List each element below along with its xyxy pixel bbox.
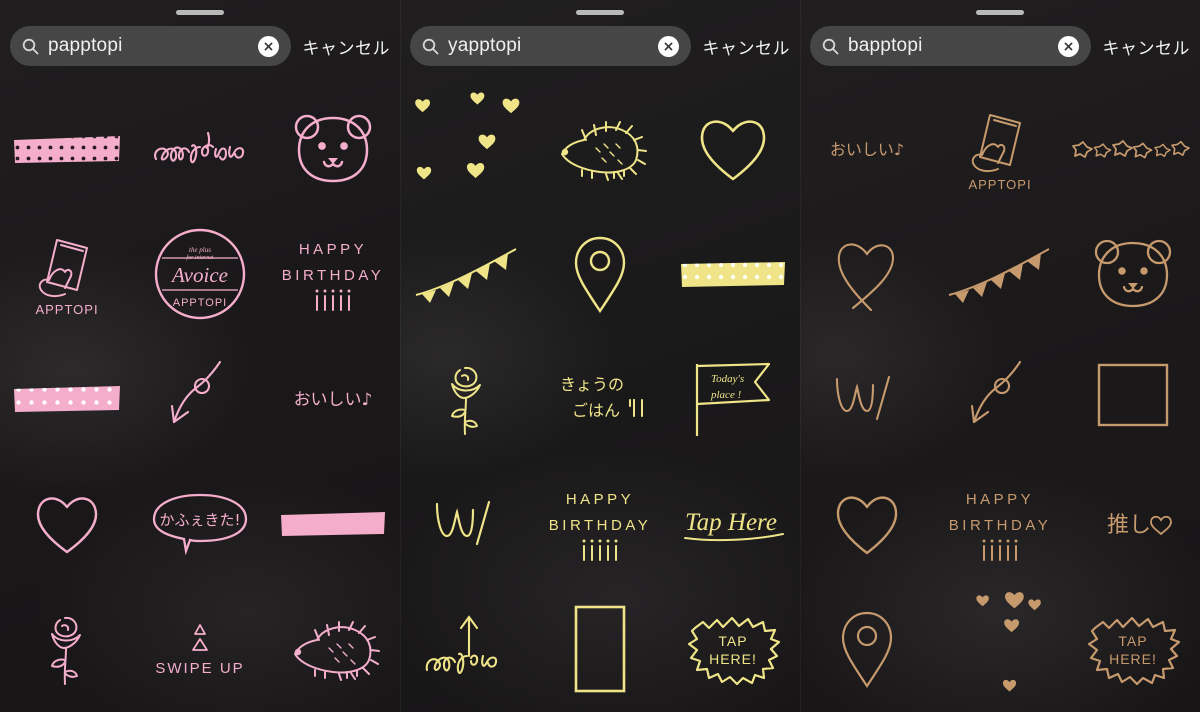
sticker-todays-place-flag[interactable]: Today's place !: [667, 336, 800, 461]
sticker-washi-tape-polka[interactable]: [0, 336, 133, 461]
svg-text:Tap Here: Tap Here: [685, 509, 777, 536]
svg-text:おいしい♪: おいしい♪: [294, 390, 373, 410]
sticker-grid: きょうの ごはん Today's place ! HAPPY BIRTHDAY …: [400, 86, 800, 712]
cancel-button[interactable]: キャンセル: [703, 34, 791, 59]
svg-text:HAPPY: HAPPY: [566, 491, 634, 508]
search-row: yapptopi キャンセル: [400, 26, 800, 66]
sheet-drag-handle[interactable]: [176, 10, 224, 15]
sticker-hedgehog[interactable]: [533, 86, 666, 211]
sticker-hedgehog[interactable]: [267, 587, 400, 712]
svg-text:HAPPY: HAPPY: [966, 491, 1034, 508]
sticker-washi-tape-dotted[interactable]: [667, 211, 800, 336]
sticker-washi-tape-dotted[interactable]: [0, 86, 133, 211]
sheet-drag-handle[interactable]: [976, 10, 1024, 15]
sticker-flower-row[interactable]: [1067, 86, 1200, 211]
sticker-panel-tan: bapptopi キャンセル おいしい♪ APPTOPI HAPPY BIRTH…: [800, 0, 1200, 712]
search-query-text: bapptopi: [848, 35, 923, 56]
cancel-button[interactable]: キャンセル: [1103, 34, 1191, 59]
search-input[interactable]: papptopi: [10, 26, 291, 66]
sticker-happy-birthday-candles[interactable]: HAPPY BIRTHDAY: [933, 462, 1066, 587]
svg-text:for internet: for internet: [186, 254, 213, 261]
svg-text:APPTOPI: APPTOPI: [968, 177, 1031, 192]
sticker-bunting-flags[interactable]: [400, 211, 533, 336]
svg-text:TAP: TAP: [1119, 633, 1148, 649]
sticker-swipe-up-arrow[interactable]: [400, 587, 533, 712]
sticker-panel-pink: papptopi キャンセル APPTOPI the plus for inte…: [0, 0, 400, 712]
sticker-tap-here-starburst[interactable]: TAP HERE!: [1067, 587, 1200, 712]
svg-text:HAPPY: HAPPY: [299, 241, 367, 258]
svg-text:Today's: Today's: [711, 373, 744, 385]
search-input[interactable]: bapptopi: [810, 26, 1091, 66]
sticker-oshi-heart-text[interactable]: 推し: [1067, 462, 1200, 587]
svg-text:きょうの: きょうの: [560, 375, 624, 394]
sticker-scattered-hearts[interactable]: [933, 587, 1066, 712]
sticker-picker-comparison: papptopi キャンセル APPTOPI the plus for inte…: [0, 0, 1200, 712]
search-icon: [22, 38, 39, 55]
search-row: papptopi キャンセル: [0, 26, 400, 66]
sticker-grid: おいしい♪ APPTOPI HAPPY BIRTHDAY 推し TAP HERE…: [800, 86, 1200, 712]
sticker-grid: APPTOPI the plus for internet Avoice APP…: [0, 86, 400, 712]
svg-text:かふぇきた!: かふぇきた!: [159, 511, 240, 529]
sticker-panel-yellow: yapptopi キャンセル きょうの ごはん Today's place ! …: [400, 0, 800, 712]
sticker-happy-birthday-candles[interactable]: HAPPY BIRTHDAY: [267, 211, 400, 336]
svg-text:BIRTHDAY: BIRTHDAY: [549, 517, 651, 534]
sticker-round-stamp-apptopi[interactable]: the plus for internet Avoice APPTOPI: [133, 211, 266, 336]
sticker-location-pin[interactable]: [800, 587, 933, 712]
svg-text:the plus: the plus: [189, 246, 211, 254]
svg-text:おいしい♪: おいしい♪: [830, 140, 904, 159]
sticker-swipe-up-script[interactable]: [133, 86, 266, 211]
sticker-heart-outline[interactable]: [667, 86, 800, 211]
sticker-happy-birthday-candles[interactable]: HAPPY BIRTHDAY: [533, 462, 666, 587]
svg-text:HERE!: HERE!: [1109, 651, 1157, 667]
sticker-kyou-no-gohan-text[interactable]: きょうの ごはん: [533, 336, 666, 461]
cancel-button[interactable]: キャンセル: [303, 34, 391, 59]
svg-text:TAP: TAP: [719, 633, 748, 649]
sticker-phone-hand-apptopi[interactable]: APPTOPI: [0, 211, 133, 336]
sticker-bear-face[interactable]: [1067, 211, 1200, 336]
sticker-tap-here-starburst[interactable]: TAP HERE!: [667, 587, 800, 712]
sticker-heart-loop-outline[interactable]: [800, 211, 933, 336]
sticker-rose-flower[interactable]: [0, 587, 133, 712]
svg-text:SWIPE UP: SWIPE UP: [155, 660, 244, 677]
sticker-scattered-hearts[interactable]: [400, 86, 533, 211]
sticker-oishii-text[interactable]: おいしい♪: [267, 336, 400, 461]
sticker-heart-outline[interactable]: [800, 462, 933, 587]
sticker-curved-arrow-loop[interactable]: [133, 336, 266, 461]
svg-text:place !: place !: [710, 389, 742, 401]
sticker-rose-flower[interactable]: [400, 336, 533, 461]
search-input[interactable]: yapptopi: [410, 26, 691, 66]
search-query-text: papptopi: [48, 35, 123, 56]
sticker-location-pin[interactable]: [533, 211, 666, 336]
svg-text:ごはん: ごはん: [572, 401, 620, 420]
svg-text:APPTOPI: APPTOPI: [173, 297, 227, 309]
svg-text:BIRTHDAY: BIRTHDAY: [949, 517, 1051, 534]
sticker-phone-hand-apptopi[interactable]: APPTOPI: [933, 86, 1066, 211]
sticker-bear-face[interactable]: [267, 86, 400, 211]
svg-text:HERE!: HERE!: [709, 651, 757, 667]
sticker-swipe-up-triangles[interactable]: SWIPE UP: [133, 587, 266, 712]
search-icon: [822, 38, 839, 55]
sticker-bunting-flags[interactable]: [933, 211, 1066, 336]
svg-text:BIRTHDAY: BIRTHDAY: [282, 267, 384, 284]
search-icon: [422, 38, 439, 55]
sticker-rectangle-frame[interactable]: [533, 587, 666, 712]
clear-icon[interactable]: [657, 35, 679, 57]
sticker-curved-arrow-loop[interactable]: [933, 336, 1066, 461]
sticker-heart-outline[interactable]: [0, 462, 133, 587]
svg-text:Avoice: Avoice: [170, 263, 228, 287]
sticker-speech-bubble-japanese[interactable]: かふぇきた!: [133, 462, 266, 587]
clear-icon[interactable]: [257, 35, 279, 57]
sticker-square-frame[interactable]: [1067, 336, 1200, 461]
sticker-oishii-text[interactable]: おいしい♪: [800, 86, 933, 211]
sticker-solid-tape[interactable]: [267, 462, 400, 587]
svg-text:APPTOPI: APPTOPI: [35, 302, 98, 317]
clear-icon[interactable]: [1057, 35, 1079, 57]
sheet-drag-handle[interactable]: [576, 10, 624, 15]
svg-text:推し: 推し: [1107, 513, 1151, 538]
sticker-w-slash-mark[interactable]: [400, 462, 533, 587]
sticker-tap-here-script[interactable]: Tap Here: [667, 462, 800, 587]
search-row: bapptopi キャンセル: [800, 26, 1200, 66]
search-query-text: yapptopi: [448, 35, 522, 56]
sticker-w-slash-mark[interactable]: [800, 336, 933, 461]
